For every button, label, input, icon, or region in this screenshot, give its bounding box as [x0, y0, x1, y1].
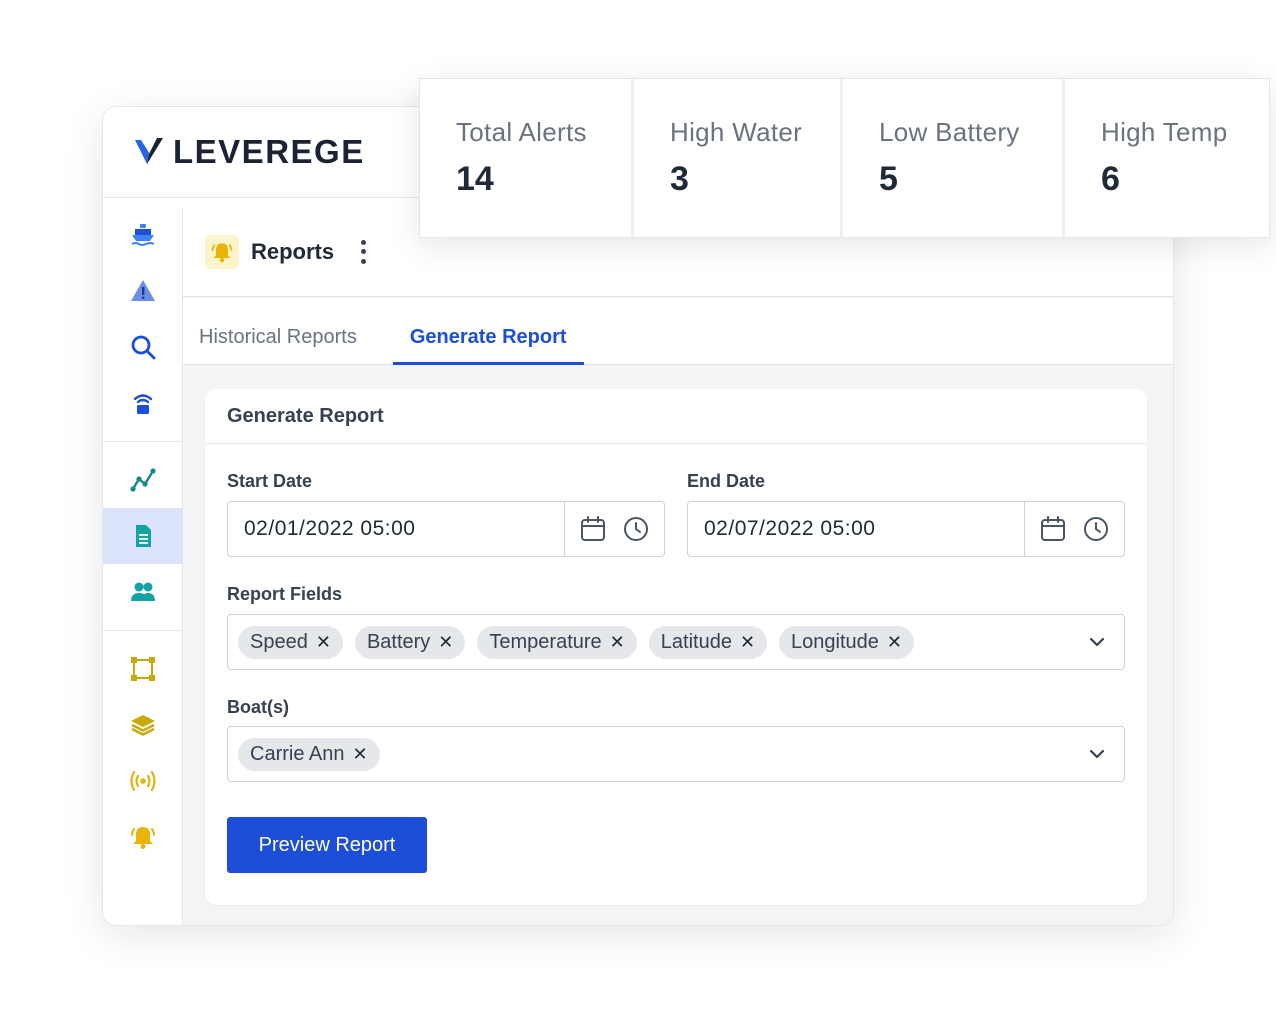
broadcast-icon — [129, 770, 156, 792]
remove-chip-icon[interactable]: ✕ — [740, 632, 755, 653]
sidebar-item-search[interactable] — [103, 319, 182, 375]
remove-chip-icon[interactable]: ✕ — [353, 744, 368, 765]
card-title: Generate Report — [205, 389, 1147, 444]
chip-latitude: Latitude ✕ — [648, 625, 768, 659]
leverege-logo-icon — [135, 138, 163, 164]
stat-label: Total Alerts — [456, 117, 587, 147]
stat-label: High Water — [670, 117, 803, 147]
analytics-icon — [129, 468, 156, 492]
boats-label: Boat(s) — [227, 697, 289, 717]
remove-chip-icon[interactable]: ✕ — [610, 632, 625, 653]
header-icon — [205, 234, 239, 269]
divider — [103, 197, 423, 198]
sidebar-item-users[interactable] — [103, 564, 182, 620]
bell-icon — [130, 827, 155, 849]
sidebar-item-analytics[interactable] — [103, 452, 182, 508]
remove-chip-icon[interactable]: ✕ — [887, 632, 902, 653]
sidebar-item-geofences[interactable] — [103, 641, 182, 697]
report-fields-label: Report Fields — [227, 584, 343, 604]
tab-generate-report[interactable]: Generate Report — [392, 326, 584, 365]
alert-icon — [130, 280, 155, 301]
chevron-down-icon[interactable] — [1088, 745, 1106, 763]
sidebar-item-alerts[interactable] — [103, 263, 182, 319]
end-date-field[interactable]: 02/07/2022 05:00 — [687, 501, 1125, 557]
clock-icon[interactable] — [1082, 515, 1110, 543]
report-fields-select[interactable]: Speed ✕ Battery ✕ Temperature ✕ Latitude ✕ L… — [227, 614, 1125, 670]
reports-icon — [135, 525, 151, 547]
sidebar-item-notifications[interactable] — [103, 809, 182, 865]
chip-label: Longitude — [791, 630, 879, 653]
bell-icon — [211, 242, 233, 262]
chip-battery: Battery ✕ — [354, 625, 466, 659]
chip-speed: Speed ✕ — [238, 625, 343, 659]
stat-value: 5 — [879, 160, 898, 198]
brand-name: LEVEREGE — [173, 133, 365, 170]
remove-chip-icon[interactable]: ✕ — [316, 632, 331, 653]
calendar-icon[interactable] — [1039, 515, 1067, 543]
sidebar-item-devices[interactable] — [103, 375, 182, 431]
tab-bar: Historical Reports Generate Report — [183, 298, 1173, 365]
boats-select[interactable]: Carrie Ann ✕ — [227, 726, 1125, 782]
chip-label: Speed — [250, 630, 308, 653]
more-options-icon[interactable] — [356, 238, 370, 266]
stat-low-battery: Low Battery 5 — [843, 79, 1065, 237]
generate-report-card: Generate Report Start Date 02/01/2022 05… — [205, 389, 1147, 905]
sidebar-item-broadcast[interactable] — [103, 753, 182, 809]
chip-longitude: Longitude ✕ — [779, 625, 914, 659]
users-icon — [130, 582, 155, 601]
stat-value: 6 — [1101, 160, 1120, 198]
preview-report-button[interactable]: Preview Report — [227, 817, 427, 873]
stat-total-alerts: Total Alerts 14 — [420, 79, 634, 237]
chip-carrie-ann: Carrie Ann ✕ — [238, 737, 380, 771]
sidebar-divider — [103, 630, 182, 631]
start-date-value[interactable]: 02/01/2022 05:00 — [228, 517, 564, 541]
start-date-label: Start Date — [227, 471, 313, 491]
end-date-value[interactable]: 02/07/2022 05:00 — [688, 517, 1024, 541]
start-date-pickers — [564, 502, 664, 556]
boat-icon — [131, 224, 154, 246]
page-title: Reports — [251, 238, 335, 264]
chip-label: Latitude — [660, 630, 732, 653]
sidebar-divider — [103, 441, 182, 442]
chevron-down-icon[interactable] — [1088, 633, 1106, 651]
start-date-field[interactable]: 02/01/2022 05:00 — [227, 501, 665, 557]
sensor-icon — [133, 394, 152, 414]
sidebar — [103, 207, 183, 925]
stat-high-temp: High Temp 6 — [1065, 79, 1269, 237]
chip-label: Battery — [366, 630, 431, 653]
geofence-icon — [130, 657, 155, 681]
remove-chip-icon[interactable]: ✕ — [438, 632, 453, 653]
end-date-pickers — [1024, 502, 1124, 556]
stat-value: 14 — [456, 160, 494, 198]
stat-high-water: High Water 3 — [634, 79, 843, 237]
layers-icon — [130, 715, 155, 736]
sidebar-item-layers[interactable] — [103, 697, 182, 753]
sidebar-item-boats[interactable] — [103, 207, 182, 263]
stat-value: 3 — [670, 160, 689, 198]
chip-label: Carrie Ann — [250, 742, 345, 765]
chip-label: Temperature — [489, 630, 602, 653]
logo: LEVEREGE — [103, 107, 423, 197]
end-date-label: End Date — [687, 471, 766, 491]
alert-stats-panel: Total Alerts 14 High Water 3 Low Battery… — [419, 78, 1270, 238]
chip-temperature: Temperature ✕ — [477, 625, 637, 659]
calendar-icon[interactable] — [579, 515, 607, 543]
sidebar-item-reports[interactable] — [103, 508, 182, 564]
search-icon — [131, 335, 155, 360]
stat-label: Low Battery — [879, 117, 1020, 147]
main-content: Reports Historical Reports Generate Repo… — [183, 207, 1173, 925]
stat-label: High Temp — [1101, 117, 1228, 147]
clock-icon[interactable] — [622, 515, 650, 543]
tab-historical-reports[interactable]: Historical Reports — [199, 326, 375, 364]
